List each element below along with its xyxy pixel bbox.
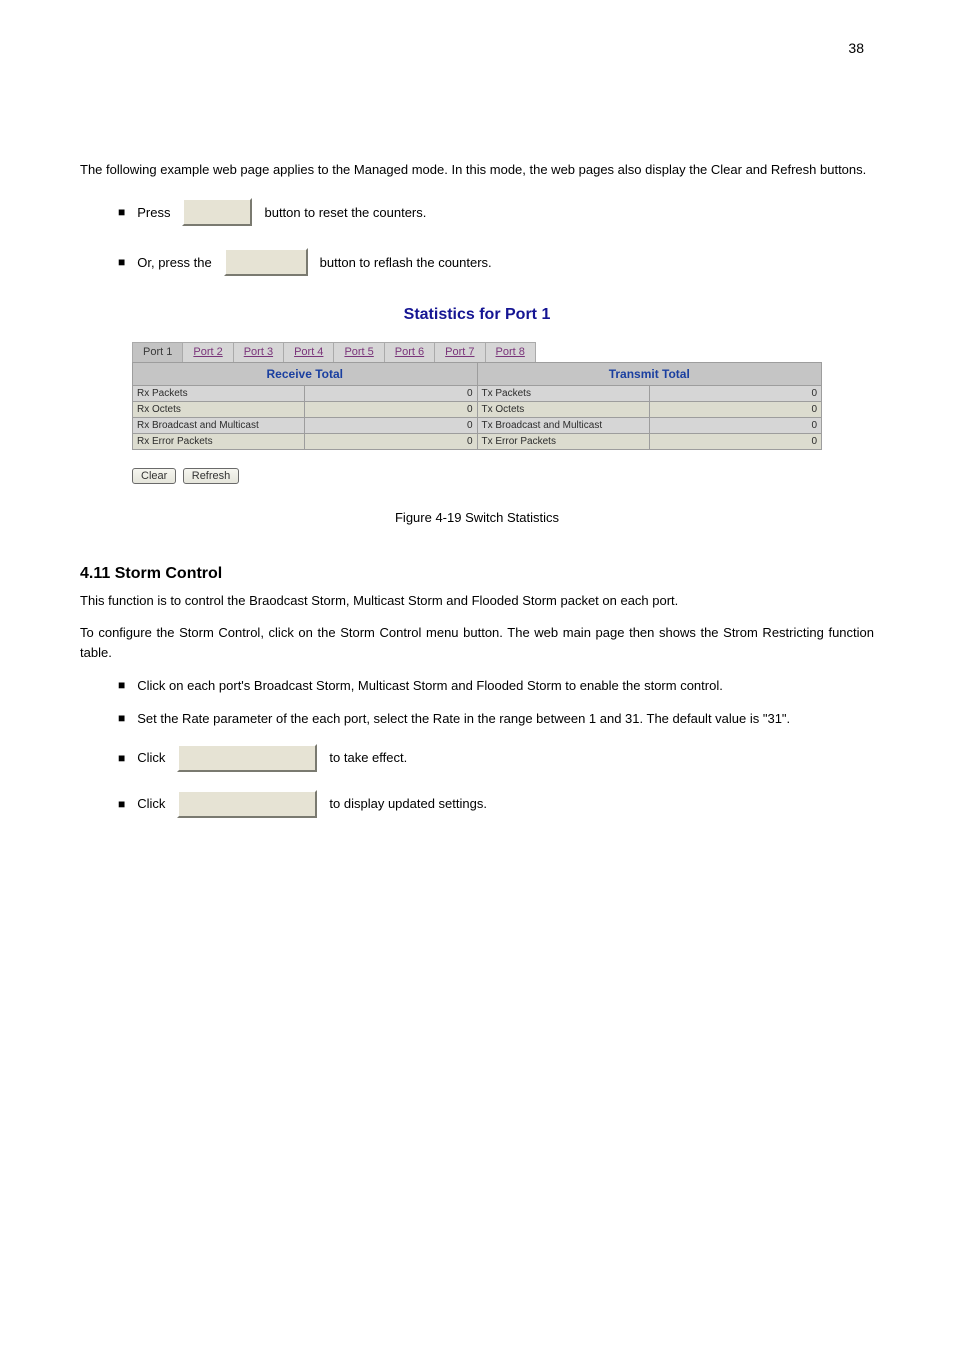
top-actions-list: ■ Press button to reset the counters. ■ … xyxy=(80,198,874,276)
table-row: Rx Broadcast and Multicast 0 Tx Broadcas… xyxy=(133,418,822,434)
tab-port-1[interactable]: Port 1 xyxy=(132,342,183,362)
tab-port-3[interactable]: Port 3 xyxy=(234,342,284,362)
action-suffix: button to reset the counters. xyxy=(264,205,426,220)
tab-port-2[interactable]: Port 2 xyxy=(183,342,233,362)
section-paragraph-2: To configure the Storm Control, click on… xyxy=(80,623,874,663)
stats-title: Statistics for Port 1 xyxy=(132,306,822,324)
tab-port-4[interactable]: Port 4 xyxy=(284,342,334,362)
figure-caption: Figure 4-19 Switch Statistics xyxy=(80,510,874,525)
tx-label: Tx Packets xyxy=(477,386,649,402)
step-prefix: Click xyxy=(137,796,165,811)
step-item: ■ Click to display updated settings. xyxy=(118,790,874,818)
step-item: ■ Click to take effect. xyxy=(118,744,874,772)
action-prefix: Press xyxy=(137,205,170,220)
rx-label: Rx Error Packets xyxy=(133,434,305,450)
rx-value: 0 xyxy=(305,418,477,434)
statistics-table: Receive Total Transmit Total Rx Packets … xyxy=(132,362,822,450)
tab-port-7[interactable]: Port 7 xyxy=(435,342,485,362)
rx-value: 0 xyxy=(305,402,477,418)
section-paragraph: This function is to control the Braodcas… xyxy=(80,591,874,611)
bullet-icon: ■ xyxy=(118,679,125,691)
step-suffix: to take effect. xyxy=(329,750,407,765)
page: 38 The following example web page applie… xyxy=(0,0,954,1351)
step-prefix: Click xyxy=(137,750,165,765)
table-row: Rx Packets 0 Tx Packets 0 xyxy=(133,386,822,402)
page-number: 38 xyxy=(848,40,864,56)
bullet-icon: ■ xyxy=(118,712,125,724)
rx-label: Rx Packets xyxy=(133,386,305,402)
table-row: Rx Error Packets 0 Tx Error Packets 0 xyxy=(133,434,822,450)
bullet-icon: ■ xyxy=(118,256,125,268)
table-row: Rx Octets 0 Tx Octets 0 xyxy=(133,402,822,418)
top-action-item: ■ Press button to reset the counters. xyxy=(118,198,874,226)
step-text: Set the Rate parameter of the each port,… xyxy=(137,711,790,726)
tx-label: Tx Broadcast and Multicast xyxy=(477,418,649,434)
rx-value: 0 xyxy=(305,386,477,402)
tx-value: 0 xyxy=(649,434,821,450)
rx-label: Rx Octets xyxy=(133,402,305,418)
step-suffix: to display updated settings. xyxy=(329,796,487,811)
bullet-icon: ■ xyxy=(118,798,125,810)
bullet-icon: ■ xyxy=(118,206,125,218)
screenshot-buttons: Clear Refresh xyxy=(132,466,822,484)
tab-port-5[interactable]: Port 5 xyxy=(334,342,384,362)
clear-button-illustration xyxy=(182,198,252,226)
rx-label: Rx Broadcast and Multicast xyxy=(133,418,305,434)
section-heading: 4.11 Storm Control xyxy=(80,565,874,583)
bullet-icon: ■ xyxy=(118,752,125,764)
tab-port-6[interactable]: Port 6 xyxy=(385,342,435,362)
intro-paragraph: The following example web page applies t… xyxy=(80,160,874,180)
retrieve-settings-button-illustration xyxy=(177,790,317,818)
step-item: ■ Click on each port's Broadcast Storm, … xyxy=(118,678,874,693)
action-suffix: button to reflash the counters. xyxy=(320,255,492,270)
port-tabs: Port 1 Port 2 Port 3 Port 4 Port 5 Port … xyxy=(132,342,822,362)
tx-value: 0 xyxy=(649,418,821,434)
clear-button[interactable]: Clear xyxy=(132,468,176,484)
tx-label: Tx Octets xyxy=(477,402,649,418)
action-prefix: Or, press the xyxy=(137,255,211,270)
transmit-total-header: Transmit Total xyxy=(477,363,822,386)
tx-value: 0 xyxy=(649,386,821,402)
top-action-item: ■ Or, press the button to reflash the co… xyxy=(118,248,874,276)
step-item: ■ Set the Rate parameter of the each por… xyxy=(118,711,874,726)
rx-value: 0 xyxy=(305,434,477,450)
steps-list: ■ Click on each port's Broadcast Storm, … xyxy=(80,678,874,818)
tab-port-8[interactable]: Port 8 xyxy=(486,342,536,362)
refresh-button[interactable]: Refresh xyxy=(183,468,240,484)
refresh-button-illustration xyxy=(224,248,308,276)
update-setting-button-illustration xyxy=(177,744,317,772)
statistics-screenshot: Statistics for Port 1 Port 1 Port 2 Port… xyxy=(132,306,822,484)
tx-label: Tx Error Packets xyxy=(477,434,649,450)
receive-total-header: Receive Total xyxy=(133,363,478,386)
tx-value: 0 xyxy=(649,402,821,418)
step-text: Click on each port's Broadcast Storm, Mu… xyxy=(137,678,723,693)
